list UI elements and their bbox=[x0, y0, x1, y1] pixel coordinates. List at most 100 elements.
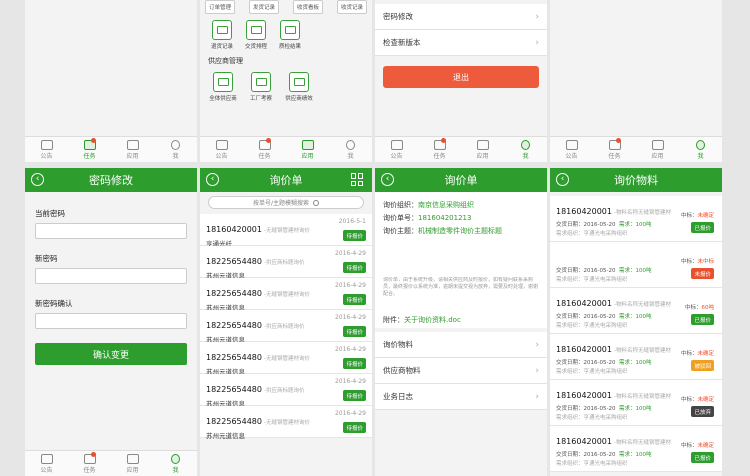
menu-check-update[interactable]: 检查新版本 › bbox=[375, 30, 547, 56]
apps-icon bbox=[126, 453, 139, 464]
status-badge: 已报价 bbox=[691, 314, 714, 325]
panel-inquiry-materials: ‹ 询价物料 18160420001 -物料名称无缝钢管建材 交货日期：2016-0… bbox=[550, 168, 722, 476]
tab-notice[interactable]: 公告 bbox=[200, 137, 243, 162]
notification-dot bbox=[616, 138, 621, 143]
user-icon bbox=[171, 453, 180, 464]
tab-notice[interactable]: 公告 bbox=[25, 451, 68, 476]
status-badge: 未报价 bbox=[691, 268, 714, 279]
tab-notice[interactable]: 公告 bbox=[550, 137, 593, 162]
list-item[interactable]: 18225654480 -供应商标题询价 2016-4-29 苏州元道信息 待报价 bbox=[200, 246, 372, 280]
header-bar: ‹ 询价单 bbox=[375, 168, 547, 192]
list-item[interactable]: 18160420001 -物料名称无缝钢管建材 交货日期：2016-05-20 需求… bbox=[550, 196, 722, 242]
list-item[interactable]: 18225654480 -供应商标题询价 2016-4-29 苏州元道信息 待报价 bbox=[200, 310, 372, 344]
tab-apps[interactable]: 应用 bbox=[111, 137, 154, 162]
notification-dot bbox=[91, 452, 96, 457]
status-badge: 待报价 bbox=[343, 358, 366, 369]
notification-dot bbox=[266, 138, 271, 143]
tab-me[interactable]: 我 bbox=[154, 451, 197, 476]
tab-apps[interactable]: 应用 bbox=[636, 137, 679, 162]
list-item[interactable]: 交货日期：2016-05-20 需求：100吨 需求组织：亨通光电采购组织 中标：未… bbox=[550, 242, 722, 288]
tab-me[interactable]: 我 bbox=[154, 137, 197, 162]
search-icon[interactable] bbox=[313, 199, 320, 206]
tab-apps[interactable]: 应用 bbox=[286, 137, 329, 162]
search-bar: 按单号/主题模糊搜索 bbox=[208, 196, 364, 209]
list-item[interactable]: 18225654480 -无缝钢管建材询价 2016-4-29 苏州元道信息 待报价 bbox=[200, 342, 372, 376]
tile-all-suppliers[interactable]: 全体供应商 bbox=[208, 72, 238, 102]
order-manage-button[interactable]: 订单管理 bbox=[205, 0, 236, 14]
detail-note: 询价单，由于系统升级，请相关供应商及时报价，如有疑问联系采购员，最终报价以系统为… bbox=[383, 277, 539, 297]
list-item[interactable]: 18225654480 -无缝钢管建材询价 2016-4-29 苏州元道信息 待报价 bbox=[200, 406, 372, 440]
new-password-input[interactable] bbox=[35, 268, 187, 284]
tile-delivery-schedule[interactable]: 交货排程 bbox=[242, 20, 270, 50]
chevron-right-icon: › bbox=[535, 37, 539, 48]
schedule-icon bbox=[246, 20, 266, 40]
tile-return-record[interactable]: 退货记录 bbox=[208, 20, 236, 50]
notice-icon bbox=[565, 139, 578, 150]
detail-attachment[interactable]: 附件：关于询价资料.doc bbox=[375, 313, 547, 326]
tile-factory-visit[interactable]: 工厂考察 bbox=[246, 72, 276, 102]
list-item[interactable]: 18160420001 -物料名称无缝钢管建材 交货日期：2016-05-20 需求… bbox=[550, 288, 722, 334]
back-icon[interactable]: ‹ bbox=[31, 173, 44, 186]
notice-icon bbox=[40, 453, 53, 464]
apps-icon bbox=[651, 139, 664, 150]
panel-inquiry-detail: ‹ 询价单 询价组织：南京信息采购组织 询价单号：181604201213 询价… bbox=[375, 168, 547, 476]
tab-notice[interactable]: 公告 bbox=[25, 137, 68, 162]
tab-task[interactable]: 任务 bbox=[68, 137, 111, 162]
chevron-right-icon: › bbox=[535, 11, 539, 22]
tab-task[interactable]: 任务 bbox=[68, 451, 111, 476]
back-icon[interactable]: ‹ bbox=[381, 173, 394, 186]
ship-record-button[interactable]: 发货记录 bbox=[248, 0, 279, 14]
receive-board-button[interactable]: 收货看板 bbox=[292, 0, 323, 14]
user-icon bbox=[696, 139, 705, 150]
status-badge: 待报价 bbox=[343, 326, 366, 337]
current-password-input[interactable] bbox=[35, 223, 187, 239]
status-badge: 待报价 bbox=[343, 422, 366, 433]
chart-icon bbox=[289, 72, 309, 92]
tab-apps[interactable]: 应用 bbox=[111, 451, 154, 476]
menu-change-password[interactable]: 密码修改 › bbox=[375, 4, 547, 30]
list-item[interactable]: 18225654480 -供应商标题询价 2016-4-29 苏州元道信息 待报价 bbox=[200, 374, 372, 408]
user-icon bbox=[521, 139, 530, 150]
bottom-tabbar: 公告 任务 应用 我 bbox=[200, 136, 372, 162]
tab-task[interactable]: 任务 bbox=[418, 137, 461, 162]
menu-business-log[interactable]: 业务日志 › bbox=[375, 384, 547, 410]
scan-icon[interactable] bbox=[351, 173, 364, 186]
tab-me[interactable]: 我 bbox=[504, 137, 547, 162]
tab-task[interactable]: 任务 bbox=[593, 137, 636, 162]
search-input[interactable]: 按单号/主题模糊搜索 bbox=[253, 198, 309, 207]
list-item[interactable]: 18225654480 -无缝钢管建材询价 2016-4-29 苏州元道信息 待报价 bbox=[200, 278, 372, 312]
bottom-tabbar: 公告 任务 应用 我 bbox=[550, 136, 722, 162]
tab-me[interactable]: 我 bbox=[329, 137, 372, 162]
bottom-tabbar: 公告 任务 应用 我 bbox=[25, 136, 197, 162]
user-icon bbox=[171, 139, 180, 150]
tile-supplier-performance[interactable]: 供应商绩效 bbox=[284, 72, 314, 102]
confirm-password-input[interactable] bbox=[35, 313, 187, 329]
panel-top-4: 公告 任务 应用 我 bbox=[550, 0, 722, 162]
back-icon[interactable]: ‹ bbox=[556, 173, 569, 186]
chevron-right-icon: › bbox=[535, 339, 539, 350]
panel-inquiry-list: ‹ 询价单 按单号/主题模糊搜索 18160420001 -无缝钢管建材询价 201… bbox=[200, 168, 372, 476]
tab-apps[interactable]: 应用 bbox=[461, 137, 504, 162]
list-item[interactable]: 18160420001 -无缝钢管建材询价 2016-5-1 亨通光纤 待报价 bbox=[200, 214, 372, 248]
confirm-change-button[interactable]: 确认变更 bbox=[35, 343, 187, 365]
panel-top-apps: 订单管理 发货记录 收货看板 收货记录 退货记录 交货排程 质检结果 供应商管理… bbox=[200, 0, 372, 162]
list-item[interactable]: 18160420001 -物料名称无缝钢管建材 交货日期：2016-05-20 需求… bbox=[550, 380, 722, 426]
header-bar: ‹ 询价单 bbox=[200, 168, 372, 192]
tab-notice[interactable]: 公告 bbox=[375, 137, 418, 162]
list-item[interactable]: 18160420001 -物料名称无缝钢管建材 交货日期：2016-05-20 需求… bbox=[550, 334, 722, 380]
tab-me[interactable]: 我 bbox=[679, 137, 722, 162]
menu-inquiry-materials[interactable]: 询价物料 › bbox=[375, 332, 547, 358]
detail-card: 询价组织：南京信息采购组织 询价单号：181604201213 询价主题：机械制… bbox=[375, 192, 547, 328]
suppliers-icon bbox=[213, 72, 233, 92]
panel-top-1: 公告 任务 应用 我 bbox=[25, 0, 197, 162]
material-list: 18160420001 -物料名称无缝钢管建材 交货日期：2016-05-20 需求… bbox=[550, 196, 722, 472]
list-item[interactable]: 18160420001 -物料名称无缝钢管建材 交货日期：2016-05-20 需求… bbox=[550, 426, 722, 472]
menu-supplier-materials[interactable]: 供应商物料 › bbox=[375, 358, 547, 384]
panel-top-settings: 密码修改 › 检查新版本 › 退出 公告 任务 应用 我 bbox=[375, 0, 547, 162]
status-badge: 待报价 bbox=[343, 230, 366, 241]
tile-qc-result[interactable]: 质检结果 bbox=[276, 20, 304, 50]
logout-button[interactable]: 退出 bbox=[383, 66, 539, 88]
receive-record-button[interactable]: 收货记录 bbox=[336, 0, 367, 14]
back-icon[interactable]: ‹ bbox=[206, 173, 219, 186]
tab-task[interactable]: 任务 bbox=[243, 137, 286, 162]
